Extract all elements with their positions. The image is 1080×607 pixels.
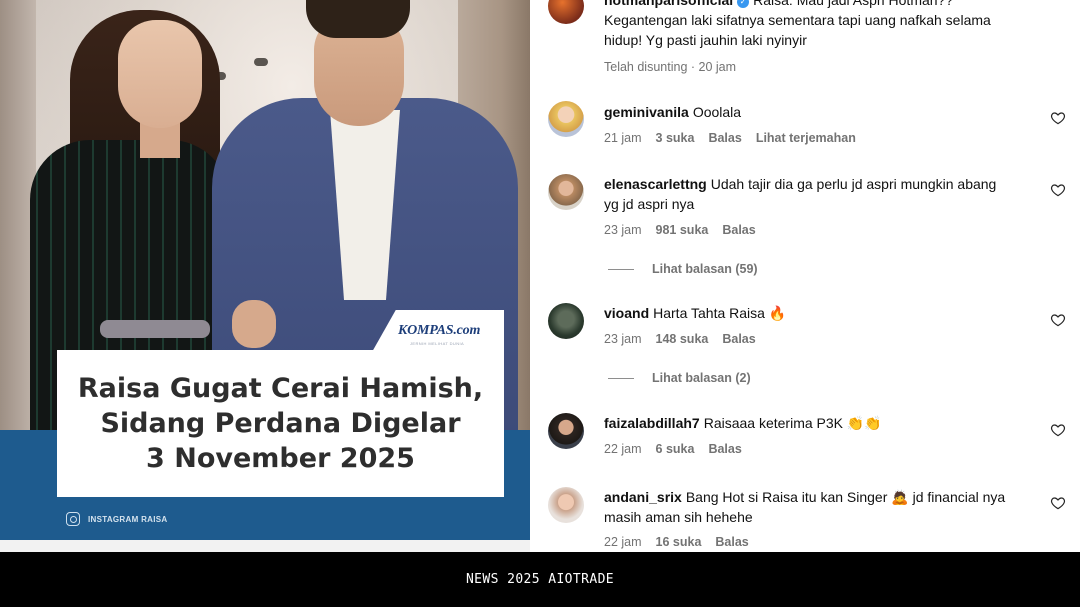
view-replies-button[interactable]: Lihat balasan (59) — [608, 262, 758, 276]
reply-button[interactable]: Balas — [715, 535, 748, 549]
comment-text: vioand Harta Tahta Raisa 🔥 — [604, 303, 1044, 323]
comment-time: 21 jam — [604, 131, 642, 145]
comment-body: Ooolala — [692, 104, 742, 120]
comment-body: Raisa: Mau jadi Aspri Hotman?? — [753, 0, 954, 8]
comment-body: Udah tajir dia ga perlu jd aspri mungkin… — [710, 176, 997, 192]
caption-bar: NEWS 2025 AIOTRADE — [0, 552, 1080, 607]
heart-icon[interactable] — [1050, 182, 1066, 198]
photo-credit: INSTAGRAM RAISA — [66, 512, 167, 526]
comment-body: hidup! Yg pasti jauhin laki nyinyir — [604, 32, 807, 48]
comment-username[interactable]: elenascarlettng — [604, 176, 707, 192]
replies-divider — [608, 377, 634, 379]
comment-time: 23 jam — [604, 332, 642, 346]
see-translation-button[interactable]: Lihat terjemahan — [756, 131, 856, 145]
comment-meta: 22 jam 16 suka Balas — [604, 535, 749, 549]
comment-meta: 22 jam 6 suka Balas — [604, 442, 742, 456]
comment-body: Kegantengan laki sifatnya sementara tapi… — [604, 12, 991, 28]
hand — [232, 300, 276, 348]
woman-face — [118, 20, 202, 128]
headline-line: 3 November 2025 — [146, 443, 415, 474]
comment-text: faizalabdillah7 Raisaaa keterima P3K 👏👏 — [604, 413, 1044, 433]
avatar[interactable] — [548, 303, 584, 339]
comment-time: 23 jam — [604, 223, 642, 237]
comment-time: 22 jam — [604, 535, 642, 549]
reply-button[interactable]: Balas — [722, 223, 755, 237]
edited-time: Telah disunting · 20 jam — [604, 60, 737, 74]
comment-meta: 21 jam 3 suka Balas Lihat terjemahan — [604, 131, 856, 145]
heart-icon[interactable] — [1050, 110, 1066, 126]
reply-button[interactable]: Balas — [708, 442, 741, 456]
comment-username[interactable]: geminivanila — [604, 104, 689, 120]
view-replies-button[interactable]: Lihat balasan (2) — [608, 371, 751, 385]
replies-divider — [608, 268, 634, 270]
avatar[interactable] — [548, 101, 584, 137]
comment-username[interactable]: faizalabdillah7 — [604, 415, 700, 431]
comment-username[interactable]: andani_srix — [604, 489, 682, 505]
image-bottom-edge — [0, 540, 530, 552]
comment-body: yg jd aspri nya — [604, 196, 695, 212]
photo-credit-text: INSTAGRAM RAISA — [88, 514, 168, 524]
comment-text: geminivanila Ooolala — [604, 102, 1044, 122]
comment-meta: Telah disunting · 20 jam — [604, 60, 736, 74]
comment-body: masih aman sih hehehe — [604, 509, 753, 525]
comment-body: Raisaaa keterima P3K 👏👏 — [703, 415, 882, 431]
like-count[interactable]: 148 suka — [656, 332, 709, 346]
verified-badge-icon: ✓ — [737, 0, 750, 8]
comment-text: andani_srix Bang Hot si Raisa itu kan Sin… — [604, 487, 1044, 527]
like-count[interactable]: 16 suka — [656, 535, 702, 549]
comment-meta: 23 jam 148 suka Balas — [604, 332, 756, 346]
avatar[interactable] — [548, 0, 584, 24]
avatar[interactable] — [548, 174, 584, 210]
caption-text: NEWS 2025 AIOTRADE — [465, 572, 615, 587]
comment-time: 22 jam — [604, 442, 642, 456]
comment-username[interactable]: hotmanparisofficial — [604, 0, 733, 8]
heart-icon[interactable] — [1050, 312, 1066, 328]
kompas-tagline: JERNIH MELIHAT DUNIA — [410, 341, 465, 346]
kompas-logo: KOMPAS.com — [398, 323, 481, 338]
comment-text: hotmanparisofficial ✓ Raisa: Mau jadi Aspr… — [604, 0, 1044, 50]
woman-belt — [100, 320, 210, 338]
headline-line: Raisa Gugat Cerai Hamish, — [77, 373, 484, 404]
camera-icon — [66, 512, 80, 526]
ceiling-camera — [254, 58, 268, 66]
like-count[interactable]: 981 suka — [656, 223, 709, 237]
headline-line: Sidang Perdana Digelar — [100, 408, 461, 439]
comment-body: Harta Tahta Raisa 🔥 — [653, 305, 787, 321]
comment-body: Bang Hot si Raisa itu kan Singer 🙇 jd fi… — [685, 489, 1006, 505]
view-replies-label[interactable]: Lihat balasan (59) — [652, 262, 758, 276]
like-count[interactable]: 3 suka — [656, 131, 695, 145]
comment-username[interactable]: vioand — [604, 305, 649, 321]
like-count[interactable]: 6 suka — [656, 442, 695, 456]
avatar[interactable] — [548, 413, 584, 449]
comment-meta: 23 jam 981 suka Balas — [604, 223, 756, 237]
comments-panel[interactable]: hotmanparisofficial ✓ Raisa: Mau jadi Aspr… — [530, 0, 1080, 552]
headline: Raisa Gugat Cerai Hamish, Sidang Perdana… — [57, 371, 504, 476]
reply-button[interactable]: Balas — [722, 332, 755, 346]
avatar[interactable] — [548, 487, 584, 523]
heart-icon[interactable] — [1050, 422, 1066, 438]
heart-icon[interactable] — [1050, 495, 1066, 511]
post-image[interactable]: KOMPAS.com JERNIH MELIHAT DUNIA Raisa Gu… — [0, 0, 530, 552]
man-hair — [306, 0, 410, 38]
comment-text: elenascarlettng Udah tajir dia ga perlu j… — [604, 174, 1044, 214]
view-replies-label[interactable]: Lihat balasan (2) — [652, 371, 751, 385]
reply-button[interactable]: Balas — [708, 131, 741, 145]
